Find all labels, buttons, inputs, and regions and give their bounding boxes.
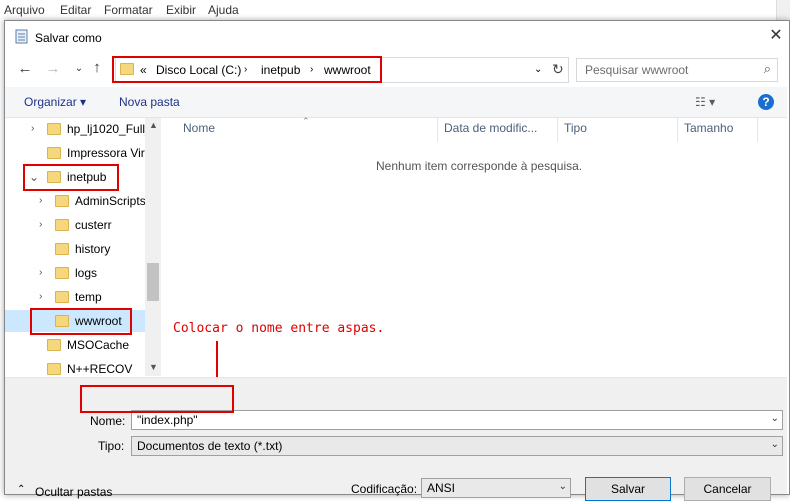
tree-item-label: custerr xyxy=(75,218,112,232)
folder-icon xyxy=(55,267,69,279)
column-tipo[interactable]: Tipo xyxy=(564,121,587,135)
tree-item-impressora[interactable]: Impressora Virt xyxy=(5,142,145,164)
search-input[interactable]: Pesquisar wwwroot ⌕ xyxy=(576,58,778,82)
save-as-dialog: Salvar como ✕ ← → ⌄ ↑ « Disco Local (C:)… xyxy=(4,20,790,501)
tree-scrollbar[interactable]: ▲ ▼ xyxy=(145,118,161,376)
cancel-button[interactable]: Cancelar xyxy=(684,477,771,501)
recent-chevron-icon[interactable]: ⌄ xyxy=(69,59,89,79)
app-scrollbar[interactable] xyxy=(776,0,790,22)
scroll-up-icon[interactable]: ▲ xyxy=(149,120,158,130)
tree-scroll-thumb[interactable] xyxy=(147,263,159,301)
tree-item-label: logs xyxy=(75,266,98,280)
encoding-select[interactable]: ANSI ⌄ xyxy=(421,478,571,498)
empty-message: Nenhum item corresponde à pesquisa. xyxy=(376,159,583,173)
notepad-icon xyxy=(15,29,28,44)
column-tamanho[interactable]: Tamanho xyxy=(684,121,733,135)
chevron-down-icon[interactable]: ⌄ xyxy=(559,481,567,492)
menu-editar[interactable]: Editar xyxy=(60,3,91,17)
save-button[interactable]: Salvar xyxy=(585,477,671,501)
menu-formatar[interactable]: Formatar xyxy=(104,3,153,17)
tree-item-msocache[interactable]: MSOCache xyxy=(5,334,145,356)
tree-item-label: Impressora Virt xyxy=(67,146,145,160)
filename-highlight-box xyxy=(80,385,234,413)
scroll-down-icon[interactable]: ▼ xyxy=(149,362,158,372)
folder-icon xyxy=(55,219,69,231)
folder-icon xyxy=(55,195,69,207)
tree-item-history[interactable]: history xyxy=(5,238,145,260)
back-arrow-icon[interactable]: ← xyxy=(15,59,35,79)
tree-item-label: temp xyxy=(75,290,102,304)
tree-item-logs[interactable]: › logs xyxy=(5,262,145,284)
chevron-down-icon[interactable]: ⌄ xyxy=(771,439,779,450)
annotation-arrow-line xyxy=(216,341,218,381)
chevron-down-icon[interactable]: ⌄ xyxy=(771,413,779,424)
address-highlight-box xyxy=(112,56,382,83)
expand-chevron-icon[interactable]: › xyxy=(39,286,42,308)
folder-icon xyxy=(47,339,61,351)
new-folder-button[interactable]: Nova pasta xyxy=(119,95,180,109)
folder-icon xyxy=(55,243,69,255)
folder-icon xyxy=(47,123,61,135)
refresh-icon[interactable]: ↻ xyxy=(552,61,564,78)
forward-arrow-icon[interactable]: → xyxy=(43,59,63,79)
tree-item-label: hp_lj1020_Full_ xyxy=(67,122,145,136)
folder-icon xyxy=(47,363,61,375)
tree-item-hp[interactable]: › hp_lj1020_Full_ xyxy=(5,118,145,140)
tree-item-label: AdminScripts xyxy=(75,194,145,208)
tree-item-adminscripts[interactable]: › AdminScripts xyxy=(5,190,145,212)
annotation-text: Colocar o nome entre aspas. xyxy=(173,321,385,336)
name-label: Nome: xyxy=(90,414,126,428)
filename-input[interactable]: "index.php" ⌄ xyxy=(131,410,783,430)
hide-folders-button[interactable]: Ocultar pastas xyxy=(35,485,112,499)
address-dropdown-icon[interactable]: ⌄ xyxy=(534,64,542,75)
filename-value: "index.php" xyxy=(137,413,198,427)
menu-exibir[interactable]: Exibir xyxy=(166,3,196,17)
type-label: Tipo: xyxy=(98,439,125,453)
encoding-label: Codificação: xyxy=(351,482,418,496)
help-icon[interactable]: ? xyxy=(758,94,774,110)
filetype-select[interactable]: Documentos de texto (*.txt) ⌄ xyxy=(131,436,783,456)
filetype-value: Documentos de texto (*.txt) xyxy=(137,439,283,453)
menu-arquivo[interactable]: Arquivo xyxy=(4,3,45,17)
tree-item-label: MSOCache xyxy=(67,338,130,352)
search-placeholder: Pesquisar wwwroot xyxy=(585,63,689,77)
up-arrow-icon[interactable]: ↑ xyxy=(87,58,107,78)
close-icon[interactable]: ✕ xyxy=(767,25,785,47)
expand-chevron-icon[interactable]: › xyxy=(31,118,34,140)
expand-chevron-icon[interactable]: › xyxy=(39,190,42,212)
chevron-up-icon[interactable]: ⌃ xyxy=(17,484,25,495)
wwwroot-highlight-box xyxy=(30,308,132,335)
app-menu-bar: Arquivo Editar Formatar Exibir Ajuda xyxy=(0,0,790,22)
tree-item-label: history xyxy=(75,242,111,256)
navigation-pane: › hp_lj1020_Full_ Impressora Virt ⌄ inet… xyxy=(5,118,161,376)
inetpub-highlight-box xyxy=(23,164,119,191)
tree-item-custerr[interactable]: › custerr xyxy=(5,214,145,236)
view-options-icon[interactable]: ☷ ▾ xyxy=(695,95,715,109)
toolbar: Organizar ▾ Nova pasta ☷ ▾ ? xyxy=(5,87,787,118)
expand-chevron-icon[interactable]: › xyxy=(39,214,42,236)
dialog-title: Salvar como xyxy=(35,31,102,45)
column-nome[interactable]: Nome xyxy=(183,121,215,135)
folder-icon xyxy=(55,291,69,303)
tree-item-temp[interactable]: › temp xyxy=(5,286,145,308)
search-icon[interactable]: ⌕ xyxy=(764,61,771,77)
menu-ajuda[interactable]: Ajuda xyxy=(208,3,239,17)
column-data[interactable]: Data de modific... xyxy=(444,121,537,135)
organize-button[interactable]: Organizar ▾ xyxy=(24,95,86,109)
expand-chevron-icon[interactable]: › xyxy=(39,262,42,284)
sort-indicator-icon: ⌃ xyxy=(302,116,310,126)
folder-icon xyxy=(47,147,61,159)
